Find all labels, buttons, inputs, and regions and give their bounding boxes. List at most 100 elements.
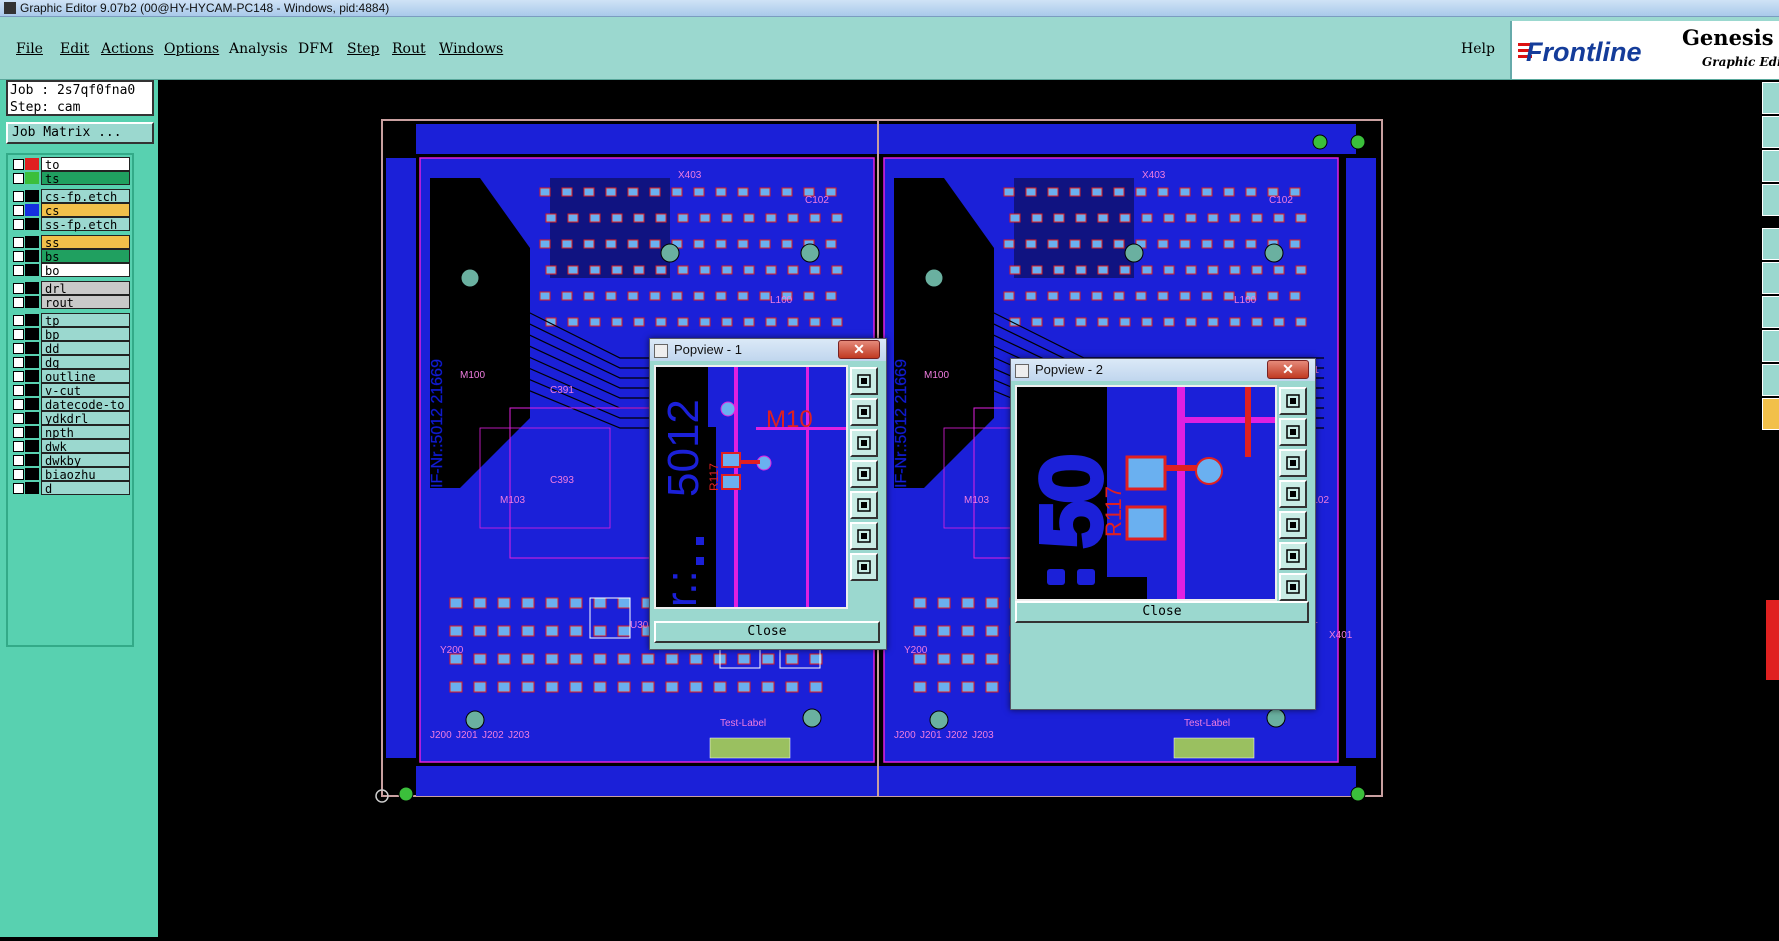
layer-name[interactable]: v-cut	[41, 383, 130, 398]
layer-row-biaozhu[interactable]: biaozhu	[11, 467, 130, 482]
layer-color-swatch[interactable]	[25, 250, 39, 262]
layer-name[interactable]: ts	[41, 171, 130, 186]
layer-color-swatch[interactable]	[25, 454, 39, 466]
layer-color-swatch[interactable]	[25, 482, 39, 494]
popview-1-close-button[interactable]: Close	[654, 621, 880, 643]
layer-color-swatch[interactable]	[25, 468, 39, 480]
menu-options[interactable]: Options	[164, 41, 219, 57]
layer-checkbox[interactable]	[13, 441, 24, 452]
layer-color-swatch[interactable]	[25, 342, 39, 354]
layer-name[interactable]: bs	[41, 249, 130, 264]
layer-row-cs[interactable]: cs	[11, 203, 130, 218]
layer-checkbox[interactable]	[13, 455, 24, 466]
layer-checkbox[interactable]	[13, 297, 24, 308]
graphic-canvas[interactable]: IF-Nr.:5012 21669X403C102L100M100M101M10…	[158, 80, 1760, 937]
layer-name[interactable]: ydkdrl	[41, 411, 130, 426]
layer-row-dg[interactable]: dg	[11, 355, 130, 370]
popview-zoom-fit-icon[interactable]	[850, 367, 878, 395]
popview-zoom-out-icon[interactable]	[1279, 449, 1307, 477]
layer-checkbox[interactable]	[13, 469, 24, 480]
layer-row-ts[interactable]: ts	[11, 171, 130, 186]
layer-name[interactable]: ss	[41, 235, 130, 250]
layer-checkbox[interactable]	[13, 357, 24, 368]
popview-pan-left-icon[interactable]	[1279, 480, 1307, 508]
layer-name[interactable]: outline	[41, 369, 130, 384]
popview-2-close-button[interactable]: Close	[1015, 601, 1309, 623]
layer-checkbox[interactable]	[13, 173, 24, 184]
layer-name[interactable]: tp	[41, 313, 130, 328]
tool-button-1[interactable]	[1762, 82, 1779, 114]
layer-row-ss-fp.etch[interactable]: ss-fp.etch	[11, 217, 130, 232]
layer-name[interactable]: bp	[41, 327, 130, 342]
layer-name[interactable]: datecode-to	[41, 397, 130, 412]
layer-row-bo[interactable]: bo	[11, 263, 130, 278]
layer-name[interactable]: dg	[41, 355, 130, 370]
tool-button-2[interactable]	[1762, 116, 1779, 148]
layer-checkbox[interactable]	[13, 191, 24, 202]
menu-file[interactable]: File	[16, 41, 43, 57]
tool-button-6[interactable]	[1762, 262, 1779, 294]
popview-1-close-x-button[interactable]: ✕	[838, 340, 880, 359]
layer-name[interactable]: d	[41, 481, 130, 496]
layer-color-swatch[interactable]	[25, 204, 39, 216]
layer-checkbox[interactable]	[13, 371, 24, 382]
popview-2-close-x-button[interactable]: ✕	[1267, 360, 1309, 379]
layer-name[interactable]: dd	[41, 341, 130, 356]
layer-color-swatch[interactable]	[25, 440, 39, 452]
layer-checkbox[interactable]	[13, 483, 24, 494]
popview-1-view[interactable]: 5012 M10 R117 r.:	[654, 365, 848, 609]
tool-button-7[interactable]	[1762, 296, 1779, 328]
layer-checkbox[interactable]	[13, 265, 24, 276]
popview-2-view[interactable]: 50 R117	[1015, 385, 1277, 601]
layer-row-tp[interactable]: tp	[11, 313, 130, 328]
layer-color-swatch[interactable]	[25, 236, 39, 248]
tool-button-8[interactable]	[1762, 330, 1779, 362]
layer-checkbox[interactable]	[13, 399, 24, 410]
layer-color-swatch[interactable]	[25, 328, 39, 340]
layer-name[interactable]: to	[41, 157, 130, 172]
layer-name[interactable]: cs	[41, 203, 130, 218]
layer-row-bp[interactable]: bp	[11, 327, 130, 342]
layer-name[interactable]: dwk	[41, 439, 130, 454]
layer-row-outline[interactable]: outline	[11, 369, 130, 384]
menu-windows[interactable]: Windows	[439, 41, 503, 57]
layer-row-ydkdrl[interactable]: ydkdrl	[11, 411, 130, 426]
layer-checkbox[interactable]	[13, 315, 24, 326]
layer-checkbox[interactable]	[13, 205, 24, 216]
layer-checkbox[interactable]	[13, 219, 24, 230]
layer-name[interactable]: biaozhu	[41, 467, 130, 482]
layer-row-ss[interactable]: ss	[11, 235, 130, 250]
popview-zoom-in-icon[interactable]	[1279, 418, 1307, 446]
layer-checkbox[interactable]	[13, 413, 24, 424]
popview-zoom-center-icon[interactable]	[1279, 542, 1307, 570]
popview-pan-right-icon[interactable]	[850, 491, 878, 519]
layer-row-d[interactable]: d	[11, 481, 130, 496]
layer-checkbox[interactable]	[13, 329, 24, 340]
layer-checkbox[interactable]	[13, 251, 24, 262]
layer-checkbox[interactable]	[13, 283, 24, 294]
layer-color-swatch[interactable]	[25, 370, 39, 382]
layer-checkbox[interactable]	[13, 427, 24, 438]
layer-color-swatch[interactable]	[25, 158, 39, 170]
layer-name[interactable]: rout	[41, 295, 130, 310]
layer-color-swatch[interactable]	[25, 264, 39, 276]
tool-button-10[interactable]	[1762, 398, 1779, 430]
layer-color-swatch[interactable]	[25, 218, 39, 230]
menu-edit[interactable]: Edit	[60, 41, 89, 57]
layer-color-swatch[interactable]	[25, 384, 39, 396]
layer-color-swatch[interactable]	[25, 356, 39, 368]
layer-name[interactable]: cs-fp.etch	[41, 189, 130, 204]
layer-color-swatch[interactable]	[25, 172, 39, 184]
layer-row-rout[interactable]: rout	[11, 295, 130, 310]
layer-checkbox[interactable]	[13, 237, 24, 248]
popview-zoom-area-icon[interactable]	[1279, 573, 1307, 601]
tool-button-3[interactable]	[1762, 150, 1779, 182]
layer-name[interactable]: dwkby	[41, 453, 130, 468]
layer-color-swatch[interactable]	[25, 190, 39, 202]
layer-color-swatch[interactable]	[25, 282, 39, 294]
menu-rout[interactable]: Rout	[392, 41, 426, 57]
layer-row-to[interactable]: to	[11, 157, 130, 172]
layer-checkbox[interactable]	[13, 343, 24, 354]
layer-row-drl[interactable]: drl	[11, 281, 130, 296]
popview-2-titlebar[interactable]: Popview - 2 ✕	[1011, 359, 1315, 381]
